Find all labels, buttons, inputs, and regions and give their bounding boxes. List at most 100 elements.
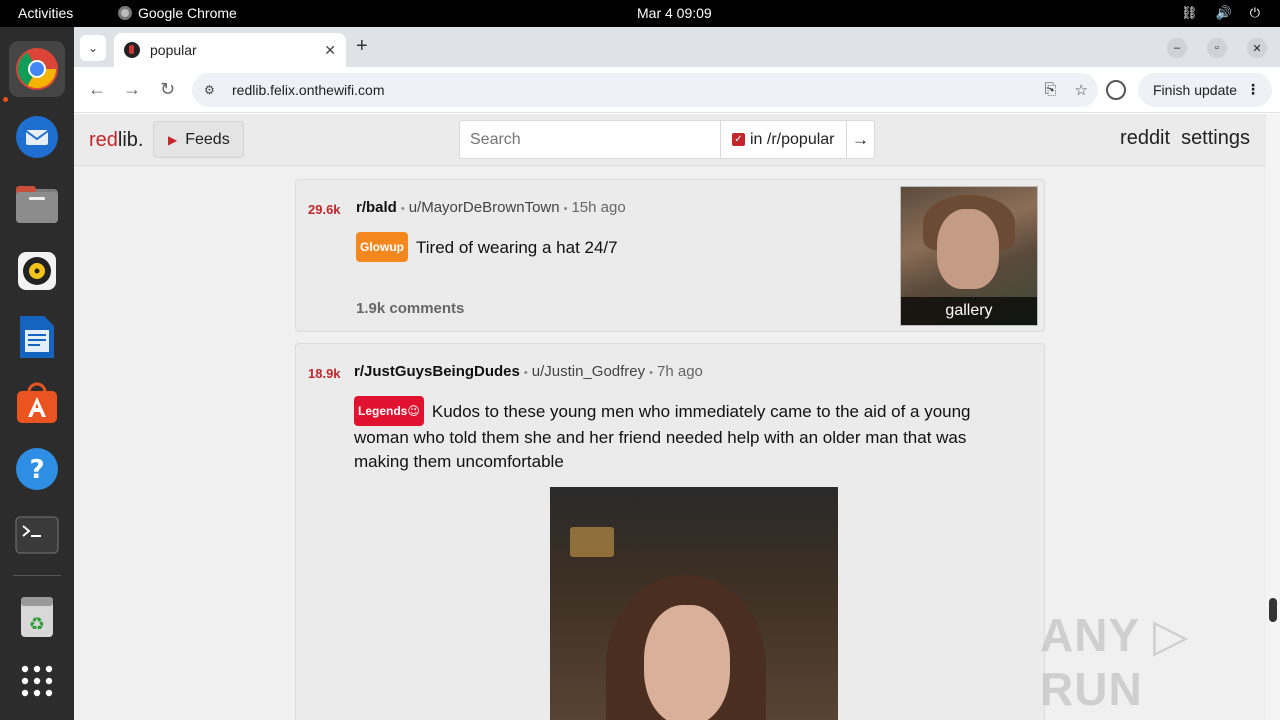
dock-help[interactable]: ? (9, 441, 65, 497)
dock-chrome[interactable] (9, 41, 65, 97)
files-icon (16, 186, 58, 223)
svg-text:♻: ♻ (29, 614, 45, 635)
url-text: redlib.felix.onthewifi.com (232, 82, 385, 98)
subreddit-link[interactable]: r/JustGuysBeingDudes (354, 363, 520, 380)
background-light (570, 527, 614, 557)
header-links: reddit settings (1120, 127, 1250, 150)
redlib-favicon-icon (124, 42, 140, 58)
post-meta: r/JustGuysBeingDudes • u/Justin_Godfrey • 7h… (354, 363, 703, 380)
app-menu-label: Google Chrome (138, 5, 237, 21)
terminal-icon (15, 516, 59, 554)
maximize-button[interactable]: ▫ (1207, 38, 1227, 58)
thumbnail-face (937, 209, 999, 289)
close-tab-icon[interactable]: ✕ (324, 42, 336, 59)
svg-text:?: ? (29, 455, 44, 485)
clock[interactable]: Mar 4 09:09 (637, 5, 712, 21)
post-title-text[interactable]: Tired of wearing a hat 24/7 (416, 238, 618, 257)
tab-popular[interactable]: popular ✕ (114, 33, 346, 67)
post-flair[interactable]: Legends😉 (354, 396, 424, 426)
chrome-app-icon (118, 6, 132, 20)
search-submit-button[interactable]: → (846, 121, 874, 158)
author-link[interactable]: u/MayorDeBrownTown (409, 199, 560, 216)
dock-files[interactable] (9, 177, 65, 233)
gallery-label: gallery (901, 297, 1037, 325)
address-bar[interactable]: ⚙ redlib.felix.onthewifi.com ⎘ ☆ (192, 73, 1098, 107)
minimize-button[interactable]: – (1167, 38, 1187, 58)
network-icon: ⛓ (1181, 5, 1198, 20)
logo-red-part: red (89, 129, 118, 151)
feeds-button[interactable]: ▶ Feeds (153, 121, 244, 158)
back-icon[interactable]: ← (88, 79, 106, 100)
arrow-right-icon: → (852, 129, 869, 149)
more-menu-icon[interactable]: ⋮ (1246, 81, 1260, 98)
logo-lib-part: lib. (117, 129, 144, 151)
post-thumbnail[interactable]: gallery (900, 186, 1038, 326)
trash-icon: ♻ (21, 597, 53, 637)
post-video[interactable] (550, 487, 838, 720)
app-grid-icon (21, 665, 53, 697)
anyrun-watermark: ANY ▷ RUN (1040, 609, 1190, 715)
dock: ? ♻ (0, 27, 74, 720)
finish-update-button[interactable]: Finish update ⋮ (1138, 73, 1272, 107)
help-icon: ? (16, 448, 58, 490)
dock-thunderbird[interactable] (9, 109, 65, 165)
reload-icon[interactable]: ↻ (160, 79, 175, 100)
post-flair[interactable]: Glowup (356, 232, 408, 262)
close-window-button[interactable]: ✕ (1247, 38, 1267, 58)
app-menu[interactable]: Google Chrome (118, 5, 237, 21)
site-logo[interactable]: redlib. (89, 129, 143, 152)
play-triangle-icon: ▶ (168, 132, 178, 147)
post-card: 29.6k r/bald • u/MayorDeBrownTown • 15h ago … (295, 179, 1045, 332)
restrict-subreddit-toggle[interactable]: ✓ in /r/popular (720, 121, 846, 158)
scope-label: in /r/popular (750, 130, 835, 148)
app-center-icon (17, 382, 57, 423)
dock-terminal[interactable] (9, 507, 65, 563)
site-header: redlib. ▶ Feeds ✓ in /r/popular → reddit… (74, 114, 1266, 166)
subreddit-link[interactable]: r/bald (356, 199, 397, 216)
dock-separator (13, 575, 61, 576)
rhythmbox-icon (18, 252, 56, 290)
install-app-icon[interactable]: ⎘ (1045, 81, 1057, 99)
browser-toolbar: ← → ↻ ⚙ redlib.felix.onthewifi.com ⎘ ☆ F… (74, 67, 1280, 113)
search-input[interactable] (460, 121, 720, 158)
activities-button[interactable]: Activities (18, 5, 73, 21)
feeds-label: Feeds (185, 130, 230, 148)
meta-dot: • (563, 203, 568, 215)
forward-icon[interactable]: → (123, 79, 141, 100)
site-info-icon[interactable]: ⚙ (204, 83, 218, 97)
post-meta: r/bald • u/MayorDeBrownTown • 15h ago (356, 199, 626, 216)
meta-dot: • (649, 367, 653, 379)
dock-writer[interactable] (9, 309, 65, 365)
dock-rhythmbox[interactable] (9, 243, 65, 299)
post-title[interactable]: Legends😉 Kudos to these young men who imm… (354, 396, 1004, 474)
reddit-link[interactable]: reddit (1120, 127, 1170, 150)
tab-search-button[interactable]: ⌄ (80, 35, 106, 61)
post-title[interactable]: Glowup Tired of wearing a hat 24/7 (356, 232, 618, 262)
system-tray[interactable]: ⛓ 🔊 ⏻ (1181, 5, 1260, 21)
meta-dot: • (400, 203, 405, 215)
chevron-down-icon: ⌄ (87, 41, 99, 55)
running-indicator (3, 97, 8, 102)
post-card: 18.9k r/JustGuysBeingDudes • u/Justin_Godf… (295, 343, 1045, 720)
thunderbird-icon (16, 116, 58, 158)
author-link[interactable]: u/Justin_Godfrey (532, 363, 645, 380)
post-title-text[interactable]: Kudos to these young men who immediately… (354, 402, 971, 471)
dock-trash[interactable]: ♻ (9, 589, 65, 645)
checkbox-checked-icon[interactable]: ✓ (732, 133, 745, 146)
new-tab-button[interactable]: + (356, 35, 368, 58)
post-score: 18.9k (308, 366, 341, 381)
post-time: 7h ago (657, 363, 703, 380)
volume-icon: 🔊 (1215, 5, 1232, 20)
profile-icon[interactable] (1106, 80, 1126, 100)
tab-strip: ⌄ popular ✕ + – ▫ ✕ (74, 27, 1280, 67)
post-score: 29.6k (308, 202, 341, 217)
comments-link[interactable]: 1.9k comments (356, 300, 464, 317)
update-label: Finish update (1153, 82, 1238, 98)
writer-icon (20, 316, 54, 358)
bookmark-star-icon[interactable]: ☆ (1075, 81, 1088, 99)
post-time: 15h ago (571, 199, 626, 216)
settings-link[interactable]: settings (1181, 127, 1250, 150)
tab-title: popular (150, 42, 197, 58)
dock-app-center[interactable] (9, 375, 65, 431)
dock-app-grid[interactable] (9, 653, 65, 709)
